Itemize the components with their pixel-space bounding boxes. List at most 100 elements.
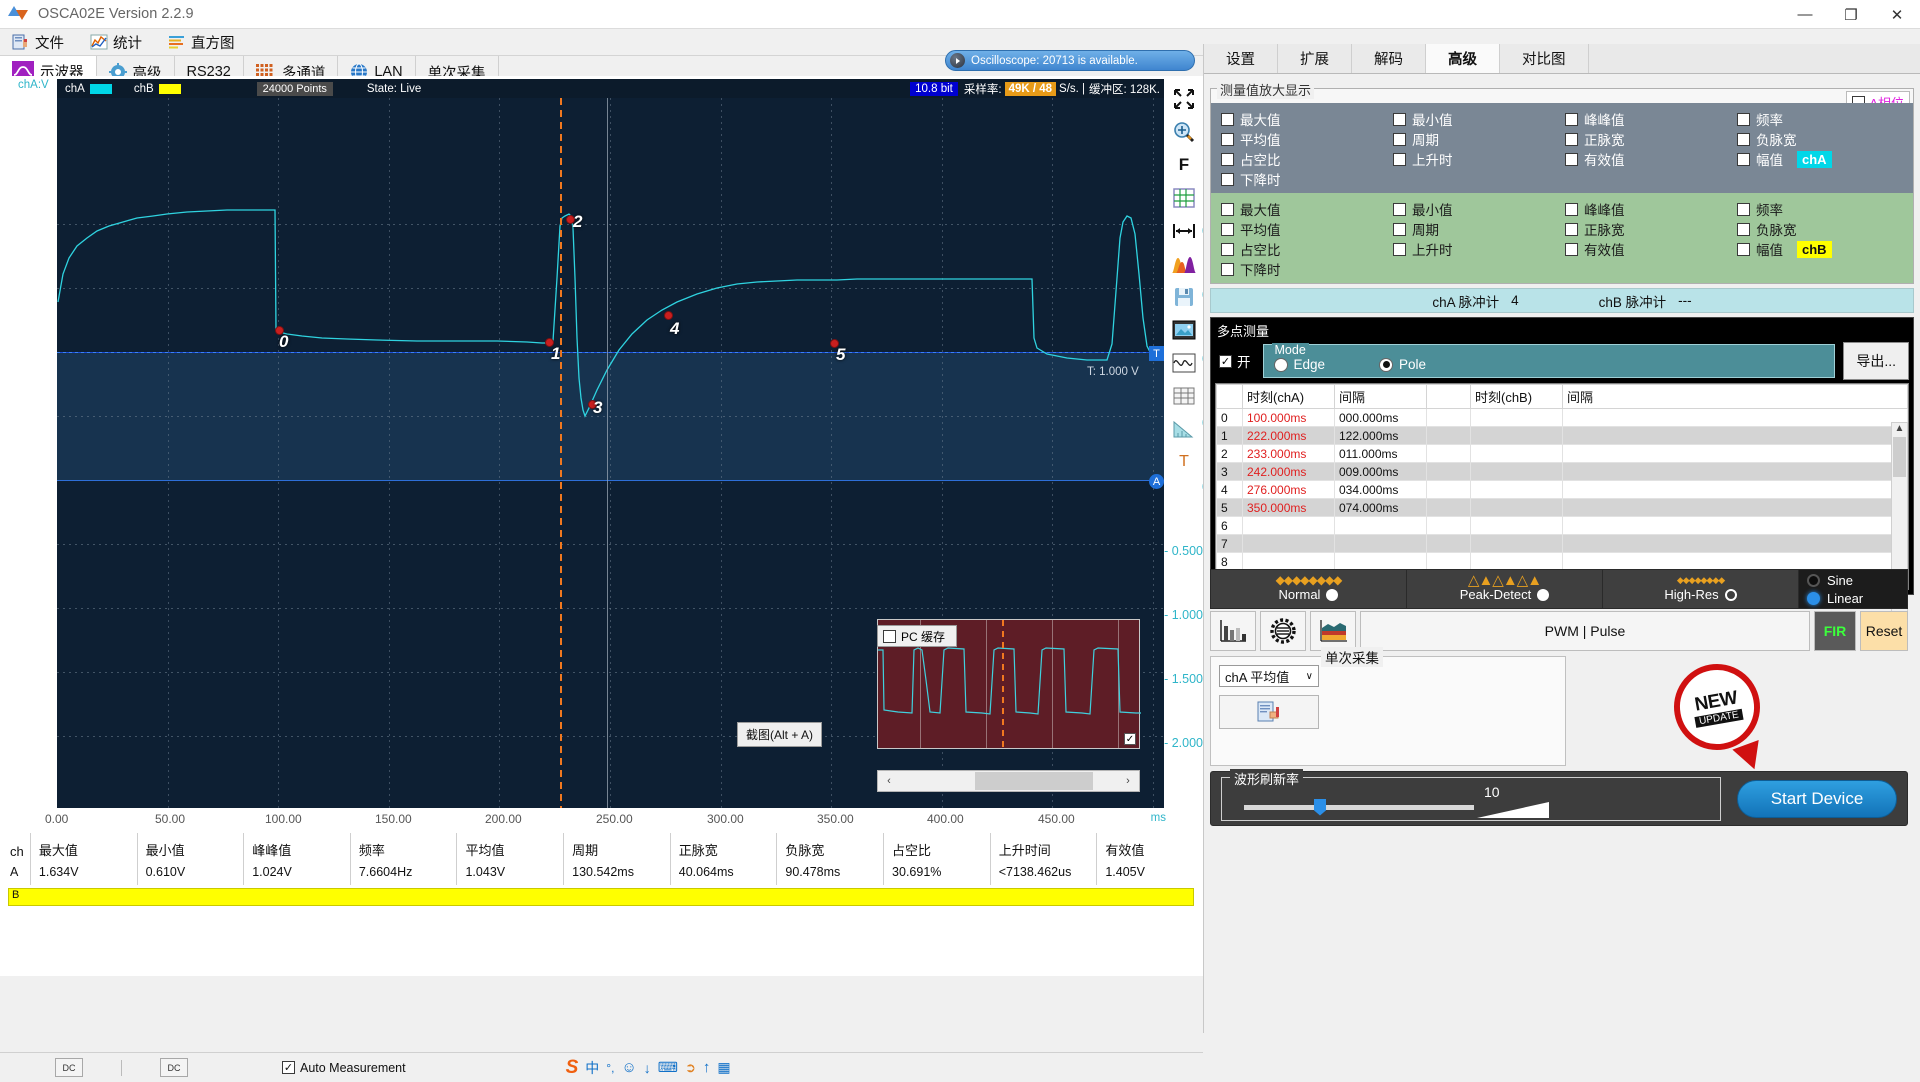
chA-chk-max[interactable]: 最大值 [1221, 109, 1393, 129]
mode-pole-radio[interactable] [1379, 357, 1394, 372]
trigger-flag-a[interactable]: A [1149, 474, 1164, 489]
export-file-button[interactable] [1219, 695, 1319, 729]
checkbox[interactable] [1393, 222, 1406, 236]
scroll-right-arrow[interactable]: › [1117, 775, 1139, 787]
chB-chk-freq[interactable]: 频率 [1737, 199, 1909, 219]
pc-buffer-checkbox[interactable] [883, 629, 896, 643]
chA-legend[interactable]: chA [65, 83, 112, 95]
histogram-color-icon[interactable] [1171, 251, 1197, 277]
chA-chk-fall[interactable]: 下降时 [1221, 169, 1393, 189]
linear-led[interactable] [1807, 591, 1820, 605]
chA-chk-rms[interactable]: 有效值 [1565, 149, 1737, 169]
chB-chk-pos-width[interactable]: 正脉宽 [1565, 219, 1737, 239]
sogou-icon[interactable]: S [566, 1057, 579, 1079]
interp-linear-option[interactable]: Linear [1807, 591, 1907, 606]
chB-chk-min[interactable]: 最小值 [1393, 199, 1565, 219]
screenshot-button[interactable]: 截图(Alt + A) [737, 722, 823, 747]
ime-upload-icon[interactable]: ↑ [703, 1059, 711, 1076]
checkbox[interactable] [1221, 242, 1234, 256]
new-update-badge[interactable]: NEW UPDATE [1667, 657, 1774, 775]
chB-chk-rms[interactable]: 有效值 [1565, 239, 1737, 259]
checkbox[interactable] [1393, 242, 1406, 256]
chA-chk-rise[interactable]: 上升时 [1393, 149, 1565, 169]
ime-mic-icon[interactable]: ↓ [644, 1060, 651, 1076]
peak-detect-led[interactable] [1537, 588, 1550, 601]
trigger-flag-t[interactable]: T [1149, 346, 1164, 361]
multipoint-enable-checkbox[interactable]: ✓ [1219, 354, 1232, 368]
auto-measurement-checkbox[interactable]: ✓ [282, 1061, 295, 1074]
checkbox[interactable] [1221, 132, 1234, 146]
checkbox[interactable] [1221, 202, 1234, 216]
overview-scrollbar[interactable]: ‹ › [877, 770, 1140, 792]
interp-sine-option[interactable]: Sine [1807, 573, 1907, 588]
zoom-in-icon[interactable] [1171, 119, 1197, 145]
refresh-rate-slider-thumb[interactable] [1314, 798, 1326, 816]
chB-chk-rise[interactable]: 上升时 [1393, 239, 1565, 259]
acq-high-res[interactable]: ◆◆◆◆◆◆◆◆ High-Res [1603, 570, 1799, 608]
mode-pole-option[interactable]: Pole [1379, 357, 1426, 372]
tab-comparison[interactable]: 对比图 [1500, 44, 1589, 73]
fir-button[interactable]: FIR [1814, 611, 1856, 651]
mode-edge-option[interactable]: Edge [1273, 357, 1325, 372]
refresh-rate-slider-track[interactable] [1244, 804, 1474, 810]
checkbox[interactable] [1393, 132, 1406, 146]
width-icon[interactable] [1171, 218, 1197, 244]
checkbox[interactable] [1565, 112, 1578, 126]
scroll-left-arrow[interactable]: ‹ [878, 775, 900, 787]
checkbox[interactable] [1737, 132, 1750, 146]
channel-select[interactable]: chA 平均值 ∨ [1219, 665, 1319, 687]
checkbox[interactable] [1221, 172, 1234, 186]
multipoint-enable-row[interactable]: ✓ 开 [1215, 351, 1251, 371]
chA-chk-neg-width[interactable]: 负脉宽 [1737, 129, 1909, 149]
menu-item-statistics[interactable]: 统计 [90, 32, 142, 53]
tab-decode[interactable]: 解码 [1352, 44, 1426, 73]
checkbox[interactable] [1565, 202, 1578, 216]
checkbox[interactable] [1565, 152, 1578, 166]
cursor-a-line[interactable] [560, 98, 562, 808]
maximize-button[interactable]: ❐ [1828, 0, 1874, 29]
chB-chk-fall[interactable]: 下降时 [1221, 259, 1393, 279]
checkbox[interactable] [1221, 112, 1234, 126]
cursor-t-icon[interactable]: T [1171, 449, 1197, 475]
tab-advanced-right[interactable]: 高级 [1426, 44, 1500, 73]
table-icon[interactable] [1171, 383, 1197, 409]
chB-chk-max[interactable]: 最大值 [1221, 199, 1393, 219]
sine-led[interactable] [1807, 573, 1820, 587]
chB-chk-neg-width[interactable]: 负脉宽 [1737, 219, 1909, 239]
chB-chk-avg[interactable]: 平均值 [1221, 219, 1393, 239]
menu-item-histogram[interactable]: 直方图 [168, 32, 235, 53]
font-icon[interactable]: F [1171, 152, 1197, 178]
checkbox[interactable] [1565, 242, 1578, 256]
acq-peak-detect[interactable]: △▲△▲△▲ Peak-Detect [1407, 570, 1603, 608]
checkbox[interactable] [1393, 152, 1406, 166]
chA-chk-period[interactable]: 周期 [1393, 129, 1565, 149]
acq-normal[interactable]: ◆◆◆◆◆◆◆◆ Normal [1211, 570, 1407, 608]
pwm-pulse-button[interactable]: PWM | Pulse [1360, 611, 1810, 651]
checkbox[interactable] [1221, 262, 1234, 276]
ime-emoji-icon[interactable]: ☺ [621, 1059, 636, 1076]
bar-chart-icon[interactable] [1210, 611, 1256, 651]
tab-extensions[interactable]: 扩展 [1278, 44, 1352, 73]
pc-buffer-checkbox-row[interactable]: PC 缓存 [877, 625, 957, 647]
chA-chk-min[interactable]: 最小值 [1393, 109, 1565, 129]
checkbox[interactable] [1737, 242, 1750, 256]
save-icon[interactable] [1171, 284, 1197, 310]
scroll-up-arrow[interactable]: ▲ [1892, 423, 1907, 437]
tab-settings[interactable]: 设置 [1204, 44, 1278, 73]
area-chart-icon[interactable] [1310, 611, 1356, 651]
auto-measurement-row[interactable]: ✓ Auto Measurement [282, 1061, 406, 1075]
multipoint-table[interactable]: 时刻(chA) 间隔 时刻(chB) 间隔 0 100.000ms 000.000m… [1215, 383, 1909, 635]
ruler-icon[interactable] [1171, 416, 1197, 442]
high-res-led[interactable] [1724, 588, 1737, 601]
checkbox[interactable] [1393, 112, 1406, 126]
grid-icon[interactable] [1171, 185, 1197, 211]
close-button[interactable]: ✕ [1874, 0, 1920, 29]
chA-chk-pkpk[interactable]: 峰峰值 [1565, 109, 1737, 129]
waveform-icon[interactable] [1171, 350, 1197, 376]
overview-checkbox[interactable]: ✓ [1124, 733, 1136, 745]
expand-icon[interactable] [1171, 86, 1197, 112]
checkbox[interactable] [1737, 202, 1750, 216]
checkbox[interactable] [1737, 112, 1750, 126]
chB-chk-duty[interactable]: 占空比 [1221, 239, 1393, 259]
chB-coupling-button[interactable]: DC [160, 1058, 188, 1077]
